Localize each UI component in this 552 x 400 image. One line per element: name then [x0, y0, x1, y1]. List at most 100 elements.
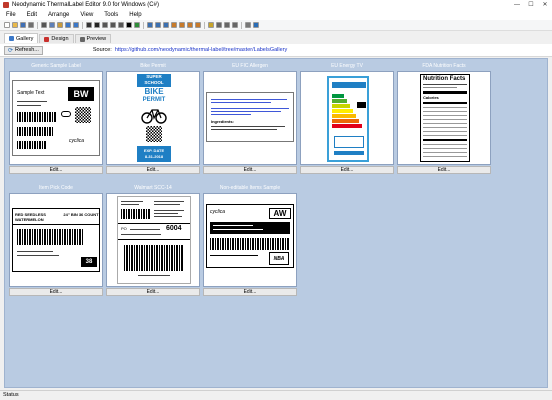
bicycle-icon: [141, 109, 167, 124]
store-number: 6004: [166, 225, 182, 232]
gallery-panel: Generic Sample Label Sample Text BW cycl…: [4, 58, 548, 388]
edit-button[interactable]: Edit...: [203, 288, 297, 296]
text-line: [211, 129, 277, 130]
energy-header: [332, 82, 366, 88]
brand-logo: cyclica: [69, 138, 85, 144]
label-thumbnail[interactable]: RED SEEDLESS WATERMELON 24" BIN 36 COUNT…: [9, 193, 103, 287]
label-thumbnail[interactable]: SUPER SCHOOL BIKE PERMIT EXP. DATE 8-31-…: [106, 71, 200, 165]
label-thumbnail[interactable]: cyclica AW NBA: [203, 193, 297, 287]
maximize-button[interactable]: ☐: [524, 0, 538, 10]
text-line: [423, 87, 457, 88]
menu-arrange[interactable]: Arrange: [48, 12, 69, 18]
thick-rule: [423, 91, 467, 94]
edit-button[interactable]: Edit...: [9, 166, 103, 174]
open-icon[interactable]: [12, 22, 18, 28]
edit-button[interactable]: Edit...: [300, 166, 394, 174]
label-preview: RED SEEDLESS WATERMELON 24" BIN 36 COUNT…: [12, 208, 100, 272]
text-icon[interactable]: [94, 22, 100, 28]
label-preview: cyclica AW NBA: [206, 204, 294, 268]
menu-tools[interactable]: Tools: [104, 12, 118, 18]
text-line: [211, 111, 281, 112]
edit-button[interactable]: Edit...: [397, 166, 491, 174]
rule: [423, 119, 467, 120]
group-icon[interactable]: [171, 22, 177, 28]
refresh-button[interactable]: ⟳ Refresh...: [4, 45, 43, 55]
ellipse-icon[interactable]: [110, 22, 116, 28]
menu-help[interactable]: Help: [129, 12, 141, 18]
redo-icon[interactable]: [73, 22, 79, 28]
label-thumbnail[interactable]: Ingredients:: [203, 71, 297, 165]
align-left-icon[interactable]: [147, 22, 153, 28]
new-icon[interactable]: [4, 22, 10, 28]
image-icon[interactable]: [134, 22, 140, 28]
label-thumbnail[interactable]: Sample Text BW cyclica: [9, 71, 103, 165]
title-bar: Neodynamic ThermalLabel Editor 9.0 for W…: [0, 0, 552, 10]
label-preview: [327, 76, 369, 162]
zoom-fit-icon[interactable]: [232, 22, 238, 28]
zoom-out-icon[interactable]: [224, 22, 230, 28]
menu-file[interactable]: File: [6, 12, 16, 18]
text-line: [210, 255, 258, 256]
tab-gallery[interactable]: Gallery: [4, 33, 39, 43]
undo-icon[interactable]: [65, 22, 71, 28]
model-band: [210, 222, 290, 234]
gallery-card: Item Pick Code RED SEEDLESS WATERMELON 2…: [8, 184, 104, 296]
text-line: [211, 126, 285, 127]
label-preview: PO 6004: [117, 196, 191, 284]
card-title: Walmart SCC-14: [134, 185, 172, 191]
energy-footer: [334, 151, 364, 155]
text-line: [213, 229, 263, 230]
close-button[interactable]: ✕: [538, 0, 552, 10]
gallery-card: Generic Sample Label Sample Text BW cycl…: [8, 62, 104, 174]
tab-design[interactable]: Design: [39, 34, 74, 43]
bring-front-icon[interactable]: [187, 22, 193, 28]
card-title: Item Pick Code: [39, 185, 73, 191]
source-link[interactable]: https://github.com/neodynamic/thermal-la…: [115, 47, 287, 53]
menu-view[interactable]: View: [80, 12, 93, 18]
rectangle-icon[interactable]: [102, 22, 108, 28]
minimize-button[interactable]: —: [510, 0, 524, 10]
menu-bar: File Edit Arrange View Tools Help: [0, 10, 552, 20]
zoom-in-icon[interactable]: [216, 22, 222, 28]
print-icon[interactable]: [28, 22, 34, 28]
save-icon[interactable]: [20, 22, 26, 28]
edit-button[interactable]: Edit...: [106, 166, 200, 174]
rule: [423, 115, 467, 116]
label-thumbnail[interactable]: Nutrition Facts Calories: [397, 71, 491, 165]
edit-button[interactable]: Edit...: [106, 288, 200, 296]
pointer-icon[interactable]: [86, 22, 92, 28]
barcode-icon[interactable]: [126, 22, 132, 28]
energy-bar-c: [332, 104, 350, 108]
barcode: [17, 127, 53, 136]
line-icon[interactable]: [118, 22, 124, 28]
text-line: [154, 216, 182, 217]
thick-rule: [423, 102, 467, 104]
rule: [423, 84, 467, 85]
refresh-icon: ⟳: [8, 47, 14, 54]
text-line: [211, 102, 271, 103]
ungroup-icon[interactable]: [179, 22, 185, 28]
lock-icon[interactable]: [208, 22, 214, 28]
edit-button[interactable]: Edit...: [9, 288, 103, 296]
text-line: [17, 101, 47, 102]
align-center-icon[interactable]: [155, 22, 161, 28]
rule: [118, 223, 190, 224]
gallery-card: Walmart SCC-14 PO 6004 Edit...: [105, 184, 201, 296]
gallery-card: EU Energy TV Edit...: [299, 62, 395, 174]
text-line: [211, 108, 289, 109]
help-icon[interactable]: [253, 22, 259, 28]
menu-edit[interactable]: Edit: [27, 12, 37, 18]
edit-button[interactable]: Edit...: [203, 166, 297, 174]
barcode: [17, 141, 47, 149]
po-label: PO: [121, 226, 127, 231]
send-back-icon[interactable]: [195, 22, 201, 28]
tab-preview[interactable]: Preview: [74, 34, 112, 43]
paste-icon[interactable]: [57, 22, 63, 28]
copy-icon[interactable]: [49, 22, 55, 28]
settings-icon[interactable]: [245, 22, 251, 28]
cut-icon[interactable]: [41, 22, 47, 28]
align-right-icon[interactable]: [163, 22, 169, 28]
label-thumbnail[interactable]: [300, 71, 394, 165]
nba-logo: NBA: [269, 252, 289, 265]
label-thumbnail[interactable]: PO 6004: [106, 193, 200, 287]
